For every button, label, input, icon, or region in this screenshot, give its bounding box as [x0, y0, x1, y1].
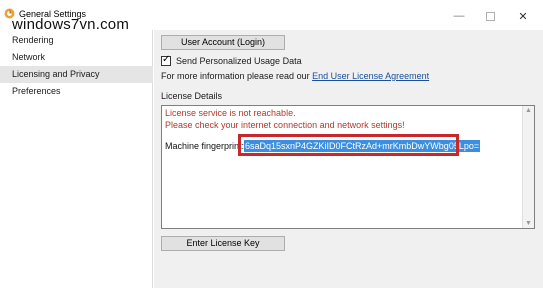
checkmark-icon: ✓ [162, 53, 171, 65]
license-details-heading: License Details [161, 91, 223, 101]
maximize-icon [485, 11, 495, 21]
info-prefix: For more information please read our [161, 71, 313, 81]
sidebar-item-preferences[interactable]: Preferences [0, 83, 153, 100]
usage-data-label: Send Personalized Usage Data [176, 55, 302, 66]
close-button[interactable]: ✕ [508, 6, 538, 26]
error-message-line2: Please check your internet connection an… [165, 120, 405, 130]
fingerprint-label: Machine fingerprint: [165, 141, 245, 151]
error-message-line1: License service is not reachable. [165, 108, 296, 118]
license-details-textbox[interactable]: License service is not reachable. Please… [161, 105, 535, 229]
maximize-button[interactable] [475, 6, 505, 26]
enter-license-key-button[interactable]: Enter License Key [161, 236, 285, 251]
eula-link[interactable]: End User License Agreement [312, 71, 429, 81]
sidebar-item-rendering[interactable]: Rendering [0, 32, 153, 49]
sidebar-item-licensing[interactable]: Licensing and Privacy [0, 66, 153, 83]
details-scrollbar[interactable]: ▲ ▼ [522, 106, 534, 228]
usage-data-row[interactable]: ✓ Send Personalized Usage Data [161, 54, 302, 67]
settings-content: User Account (Login) ✓ Send Personalized… [154, 30, 543, 288]
user-account-button[interactable]: User Account (Login) [161, 35, 285, 50]
info-text: For more information please read our End… [161, 71, 429, 81]
minimize-button[interactable]: — [444, 6, 474, 26]
fingerprint-highlight-frame [238, 134, 459, 156]
scroll-up-icon[interactable]: ▲ [525, 107, 532, 114]
sidebar-item-network[interactable]: Network [0, 49, 153, 66]
usage-data-checkbox[interactable]: ✓ [161, 53, 171, 66]
scroll-down-icon[interactable]: ▼ [525, 220, 532, 227]
close-icon: ✕ [518, 10, 528, 23]
settings-sidebar: Rendering Network Licensing and Privacy … [0, 30, 153, 288]
minimize-icon: — [453, 10, 465, 22]
